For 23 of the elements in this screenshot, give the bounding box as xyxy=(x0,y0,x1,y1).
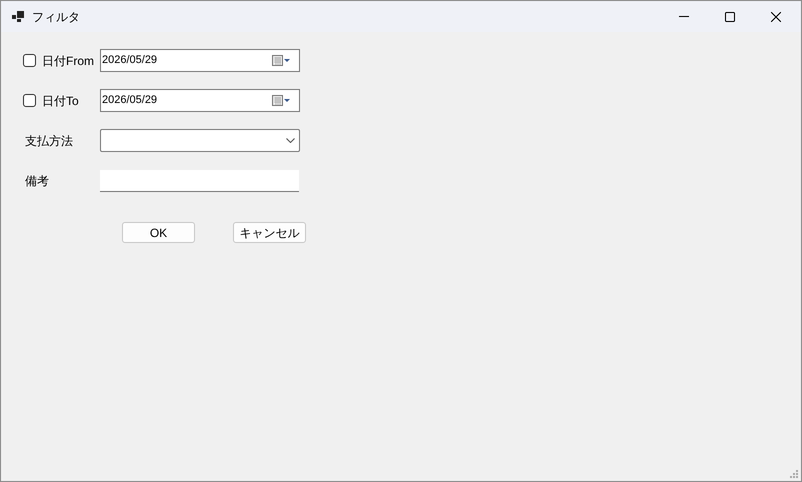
text-field[interactable] xyxy=(100,170,299,192)
calendar-dropdown-icon xyxy=(272,95,291,106)
calendar-dropdown-icon xyxy=(272,55,291,66)
field-label: 支払方法 xyxy=(24,132,74,150)
checkbox[interactable] xyxy=(23,54,36,67)
date-value: 2026/05/29 xyxy=(102,53,158,68)
window-title: フィルタ xyxy=(32,8,80,26)
resize-grip-icon xyxy=(790,470,799,479)
date-picker[interactable]: 2026/05/29 xyxy=(100,49,300,72)
minimize-icon xyxy=(679,16,689,17)
maximize-icon xyxy=(725,12,735,22)
app-icon xyxy=(12,11,24,22)
field-label: 備考 xyxy=(24,172,50,190)
date-picker[interactable]: 2026/05/29 xyxy=(100,89,300,112)
date-value: 2026/05/29 xyxy=(102,93,158,108)
chevron-down-icon xyxy=(286,138,295,143)
dropdown-field[interactable] xyxy=(100,129,300,152)
dialog-button[interactable]: OK xyxy=(122,222,195,243)
field-label: 日付From xyxy=(42,52,94,70)
checkbox[interactable] xyxy=(23,94,36,107)
dialog-button[interactable]: キャンセル xyxy=(233,222,306,243)
field-label: 日付To xyxy=(42,92,79,110)
close-icon xyxy=(771,12,781,22)
